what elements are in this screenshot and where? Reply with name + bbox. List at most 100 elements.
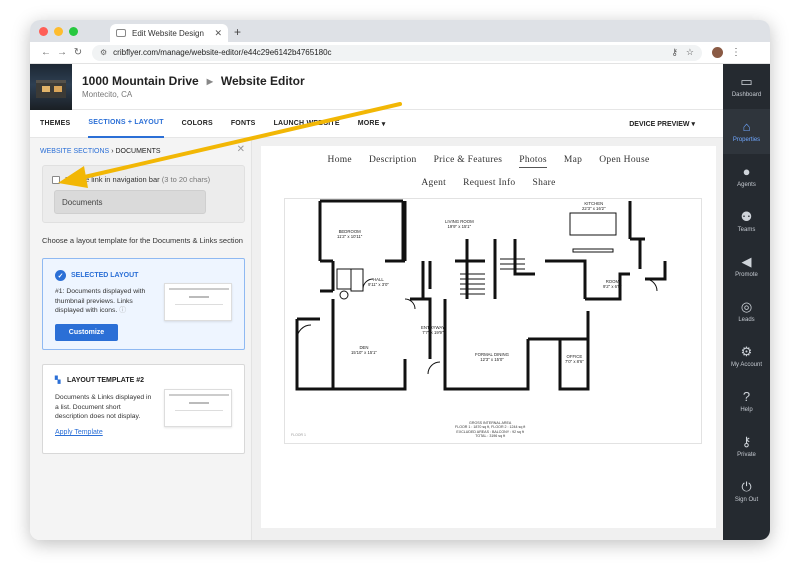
minimize-window-button[interactable]	[54, 27, 63, 36]
property-header: 1000 Mountain Drive ▶ Website Editor Mon…	[30, 63, 723, 110]
agent-icon: ●	[742, 164, 751, 179]
site-settings-icon[interactable]: ⚙	[100, 48, 107, 57]
nav-label: Private	[737, 452, 756, 458]
reload-icon[interactable]: ↻	[70, 47, 86, 58]
floor-label: FLOOR 1	[291, 433, 306, 437]
nav-link-box: Include link in navigation bar (3 to 20 …	[42, 165, 245, 223]
device-preview-label: DEVICE PREVIEW	[629, 120, 690, 128]
include-nav-hint: (3 to 20 chars)	[161, 175, 211, 184]
breadcrumb-website-sections[interactable]: WEBSITE SECTIONS	[40, 148, 109, 155]
target-icon: ◎	[740, 299, 753, 314]
nav-sign-out[interactable]: ⏻ Sign Out	[723, 469, 770, 514]
include-nav-text: Include link in navigation bar	[65, 175, 160, 184]
bookmark-star-icon[interactable]: ☆	[686, 47, 694, 58]
profile-avatar[interactable]	[712, 47, 723, 58]
tab-title: Edit Website Design	[132, 28, 204, 38]
site-nav-open-house[interactable]: Open House	[599, 155, 649, 168]
app: 1000 Mountain Drive ▶ Website Editor Mon…	[30, 63, 770, 540]
nav-label: Properties	[732, 137, 761, 143]
layout-instructions: Choose a layout template for the Documen…	[42, 236, 243, 245]
nav-help[interactable]: ? Help	[723, 379, 770, 424]
help-icon: ?	[742, 389, 751, 404]
dashboard-icon: ▭	[740, 74, 753, 89]
selected-layout-card: ✓ SELECTED LAYOUT #1: Documents displaye…	[42, 258, 245, 350]
template-2-title: LAYOUT TEMPLATE #2	[67, 376, 145, 384]
nav-dashboard[interactable]: ▭ Dashboard	[723, 64, 770, 109]
menu-more[interactable]: MORE ▾	[358, 110, 386, 138]
nav-teams[interactable]: ⚉ Teams	[723, 199, 770, 244]
nav-label: My Account	[730, 362, 762, 368]
room-bedroom-label: BEDROOM 11'2" x 10'11"	[337, 229, 363, 239]
caret-down-icon: ▾	[691, 121, 695, 128]
nav-promote[interactable]: ◀ Promote	[723, 244, 770, 289]
new-tab-icon[interactable]: +	[234, 25, 241, 39]
site-nav-home[interactable]: Home	[328, 155, 352, 168]
window-controls	[39, 27, 78, 36]
nav-private[interactable]: ⚷ Private	[723, 424, 770, 469]
include-nav-checkbox[interactable]	[52, 176, 60, 184]
site-nav-photos[interactable]: Photos	[519, 155, 547, 168]
site-nav-map[interactable]: Map	[564, 155, 582, 168]
menu-themes[interactable]: THEMES	[40, 110, 70, 138]
room-office-label: OFFICE 7'0" x 8'6"	[565, 354, 584, 364]
url-text: cribflyer.com/manage/website-editor/e44c…	[113, 48, 332, 57]
nav-label: Dashboard	[731, 92, 762, 98]
template-icon: ▚	[55, 377, 61, 384]
gear-icon: ⚙	[740, 344, 753, 359]
nav-properties[interactable]: ⌂ Properties	[723, 109, 770, 154]
breadcrumb-arrow-icon: ▶	[206, 76, 213, 86]
area-summary: GROSS INTERNAL AREA FLOOR 1 : 1870 sq ft…	[455, 421, 526, 439]
close-tab-icon[interactable]: ✕	[214, 28, 222, 39]
forward-icon[interactable]: →	[54, 47, 70, 58]
close-panel-icon[interactable]: ✕	[237, 144, 245, 155]
nav-label: Sign Out	[734, 497, 759, 503]
include-nav-label[interactable]: Include link in navigation bar (3 to 20 …	[65, 175, 210, 184]
nav-leads[interactable]: ◎ Leads	[723, 289, 770, 334]
site-nav-price-features[interactable]: Price & Features	[434, 155, 503, 168]
nav-label: Leads	[738, 317, 755, 323]
device-preview-dropdown[interactable]: DEVICE PREVIEW ▾	[629, 110, 695, 138]
room-entryway-label: ENTRYWAY 7'7" x 19'9"	[421, 325, 445, 335]
info-icon[interactable]: ⓘ	[119, 307, 126, 314]
room-dining-label: FORMAL DINING 12'3" x 15'0"	[475, 352, 509, 362]
layout-template-2-card: ▚ LAYOUT TEMPLATE #2 Documents & Links d…	[42, 364, 245, 454]
megaphone-icon: ◀	[741, 254, 752, 269]
site-nav-share[interactable]: Share	[533, 178, 556, 188]
browser-tab[interactable]: Edit Website Design ✕	[110, 24, 228, 42]
room-den-label: DEN 15'10" x 15'1"	[351, 345, 377, 355]
browser-menu-icon[interactable]: ⋮	[731, 47, 741, 58]
site-nav-description[interactable]: Description	[369, 155, 417, 168]
menu-sections-layout[interactable]: SECTIONS + LAYOUT	[88, 110, 164, 138]
caret-down-icon: ▾	[381, 120, 386, 128]
menu-launch-website[interactable]: LAUNCH WEBSITE	[274, 110, 340, 138]
close-window-button[interactable]	[39, 27, 48, 36]
url-field[interactable]: ⚙ cribflyer.com/manage/website-editor/e4…	[92, 44, 702, 61]
site-nav-agent[interactable]: Agent	[421, 178, 446, 188]
password-key-icon[interactable]: ⚷	[671, 47, 678, 58]
apply-template-link[interactable]: Apply Template	[55, 429, 103, 436]
page-title: Website Editor	[220, 74, 305, 88]
key-icon: ⚷	[741, 434, 752, 449]
nav-my-account[interactable]: ⚙ My Account	[723, 334, 770, 379]
selected-layout-desc: #1: Documents displayed with thumbnail p…	[55, 288, 146, 314]
breadcrumb: WEBSITE SECTIONS › DOCUMENTS	[40, 148, 161, 155]
customize-button[interactable]: Customize	[55, 324, 118, 341]
property-location: Montecito, CA	[82, 90, 133, 99]
nav-label: Promote	[735, 272, 758, 278]
menu-fonts[interactable]: FONTS	[231, 110, 256, 138]
back-icon[interactable]: ←	[38, 47, 54, 58]
template-2-desc: Documents & Links displayed in a list. D…	[55, 394, 152, 420]
nav-label-input[interactable]: Documents	[54, 190, 206, 214]
room-kitchen-label: KITCHEN 22'3" x 16'2"	[582, 201, 606, 211]
power-icon: ⏻	[741, 479, 752, 494]
favicon-icon	[116, 29, 126, 37]
site-nav-request-info[interactable]: Request Info	[463, 178, 515, 188]
room-room-label: ROOM 9'2" x 6'5"	[603, 279, 622, 289]
nav-agents[interactable]: ● Agents	[723, 154, 770, 199]
menu-colors[interactable]: COLORS	[182, 110, 213, 138]
tab-bar: Edit Website Design ✕ +	[30, 20, 770, 42]
maximize-window-button[interactable]	[69, 27, 78, 36]
site-navigation: Home Description Price & Features Photos…	[261, 146, 716, 196]
section-panel: WEBSITE SECTIONS › DOCUMENTS ✕ Include l…	[30, 138, 252, 540]
nav-label: Teams	[737, 227, 756, 233]
